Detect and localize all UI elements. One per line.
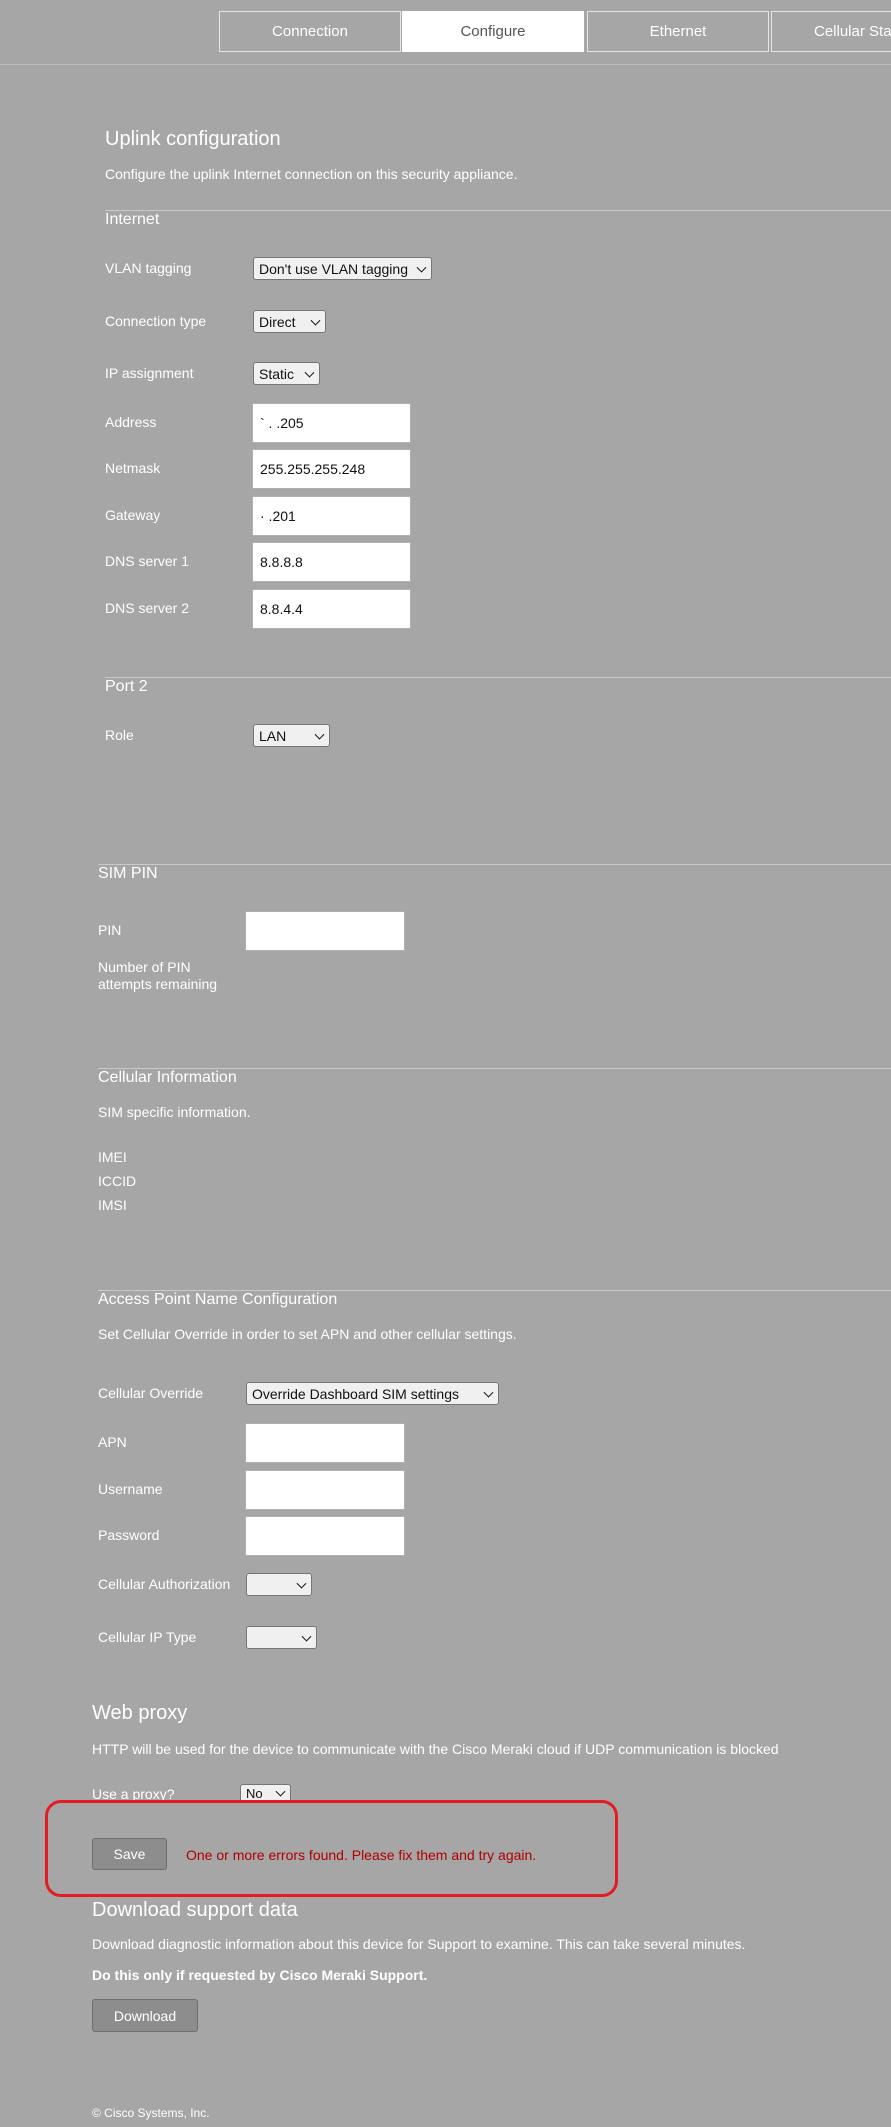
cellular-authorization-select[interactable] — [246, 1573, 312, 1596]
username-field[interactable] — [245, 1470, 405, 1510]
tab-configure[interactable]: Configure — [402, 11, 584, 52]
iccid-label: ICCID — [98, 1173, 137, 1189]
connection-type-label: Connection type — [105, 313, 207, 329]
gateway-label: Gateway — [105, 507, 161, 523]
pin-field[interactable] — [245, 911, 405, 951]
chevron-down-icon — [483, 1387, 494, 1398]
port2-heading: Port 2 — [105, 678, 148, 695]
ip-assignment-select[interactable]: Static — [253, 362, 320, 385]
netmask-field[interactable]: 255.255.255.248 — [252, 449, 411, 489]
vlan-tagging-label: VLAN tagging — [105, 260, 192, 276]
cellular-override-label: Cellular Override — [98, 1385, 204, 1401]
apn-heading: Access Point Name Configuration — [98, 1291, 338, 1308]
download-button[interactable]: Download — [92, 1999, 198, 2032]
internet-heading: Internet — [105, 211, 160, 228]
chevron-down-icon — [301, 1631, 312, 1642]
connection-type-value: Direct — [259, 313, 296, 330]
tab-ethernet[interactable]: Ethernet — [587, 11, 769, 52]
cellular-ip-type-label: Cellular IP Type — [98, 1629, 197, 1645]
chevron-down-icon — [296, 1578, 307, 1589]
dns-server-1-label: DNS server 1 — [105, 553, 190, 569]
chevron-down-icon — [310, 315, 321, 326]
chevron-down-icon — [275, 1786, 286, 1797]
uplink-description: Configure the uplink Internet connection… — [105, 166, 518, 182]
imsi-label: IMSI — [98, 1197, 127, 1213]
address-label: Address — [105, 414, 157, 430]
pin-label: PIN — [98, 922, 122, 938]
dns-server-1-field[interactable]: 8.8.8.8 — [252, 542, 411, 582]
apn-field[interactable] — [245, 1423, 405, 1463]
dns-server-2-field[interactable]: 8.8.4.4 — [252, 589, 411, 629]
divider — [105, 677, 891, 678]
apn-description: Set Cellular Override in order to set AP… — [98, 1326, 517, 1342]
username-label: Username — [98, 1481, 163, 1497]
ip-assignment-label: IP assignment — [105, 365, 194, 381]
gateway-field[interactable]: · .201 — [252, 496, 411, 536]
cellular-info-heading: Cellular Information — [98, 1069, 237, 1086]
chevron-down-icon — [304, 367, 315, 378]
web-proxy-description: HTTP will be used for the device to comm… — [92, 1741, 779, 1757]
use-proxy-value: No — [246, 1785, 263, 1801]
role-label: Role — [105, 727, 134, 743]
dns-server-2-label: DNS server 2 — [105, 600, 190, 616]
support-description: Download diagnostic information about th… — [92, 1936, 746, 1952]
apn-label: APN — [98, 1434, 127, 1450]
divider — [98, 864, 891, 865]
cellular-ip-type-select[interactable] — [246, 1626, 317, 1649]
error-message: One or more errors found. Please fix the… — [186, 1847, 537, 1863]
pin-attempts-line-1: Number of PIN — [98, 959, 191, 975]
tab-bar: Connection Configure Ethernet Cellular S… — [0, 0, 891, 65]
support-title: Download support data — [92, 1899, 298, 1921]
role-value: LAN — [259, 727, 287, 744]
pin-attempts-label: Number of PIN attempts remaining — [98, 959, 217, 993]
connection-type-select[interactable]: Direct — [253, 310, 326, 333]
save-button[interactable]: Save — [92, 1838, 167, 1870]
web-proxy-title: Web proxy — [92, 1702, 188, 1724]
imei-label: IMEI — [98, 1149, 127, 1165]
vlan-tagging-value: Don't use VLAN tagging — [259, 260, 408, 277]
password-field[interactable] — [245, 1516, 405, 1556]
netmask-label: Netmask — [105, 460, 161, 476]
sim-pin-heading: SIM PIN — [98, 865, 158, 882]
pin-attempts-line-2: attempts remaining — [98, 976, 218, 992]
cellular-info-description: SIM specific information. — [98, 1104, 251, 1120]
chevron-down-icon — [314, 729, 325, 740]
vlan-tagging-select[interactable]: Don't use VLAN tagging — [253, 257, 432, 280]
password-label: Password — [98, 1527, 160, 1543]
role-select[interactable]: LAN — [253, 724, 330, 747]
divider — [105, 210, 891, 211]
uplink-title: Uplink configuration — [105, 128, 281, 150]
tab-cellular-status[interactable]: Cellular Stat — [771, 11, 891, 52]
cellular-override-value: Override Dashboard SIM settings — [252, 1385, 459, 1402]
tab-connection[interactable]: Connection — [219, 11, 401, 52]
ip-assignment-value: Static — [259, 365, 295, 382]
support-warning: Do this only if requested by Cisco Merak… — [92, 1967, 428, 1983]
cellular-override-select[interactable]: Override Dashboard SIM settings — [246, 1382, 499, 1405]
cellular-authorization-label: Cellular Authorization — [98, 1576, 231, 1592]
copyright: © Cisco Systems, Inc. — [92, 2106, 210, 2120]
chevron-down-icon — [416, 262, 427, 273]
address-field[interactable]: ` . .205 — [252, 403, 411, 443]
